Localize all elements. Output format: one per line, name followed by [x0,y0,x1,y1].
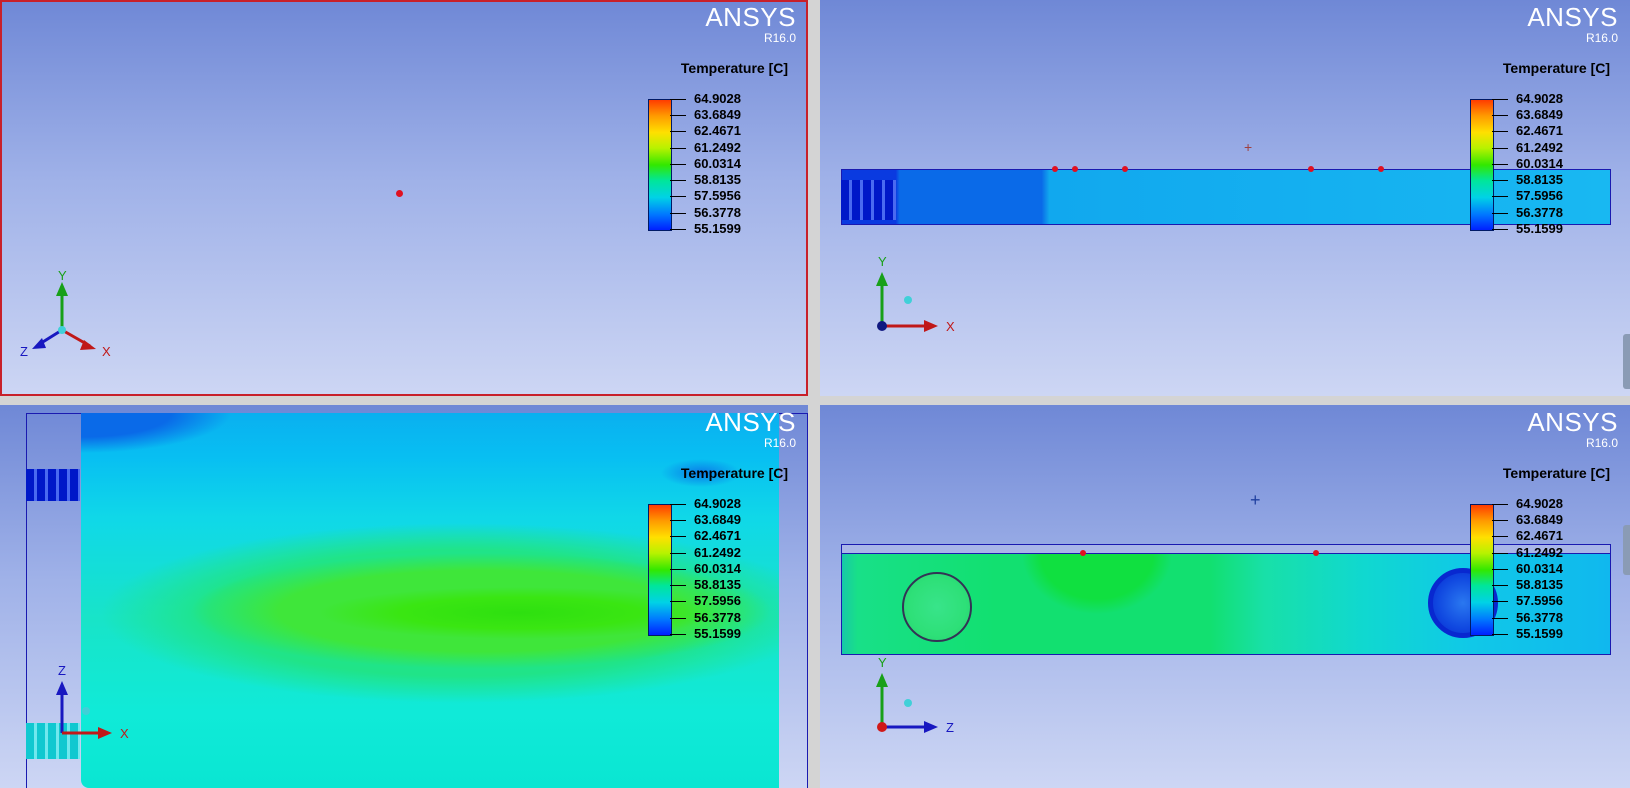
brand-version: R16.0 [1585,436,1618,450]
axis-label-x: X [102,344,111,359]
temperature-legend: Temperature [C] 64.9028 63.6849 62.4671 … [1450,465,1610,645]
brand-version: R16.0 [763,436,796,450]
legend-value: 60.0314 [694,156,741,171]
probe-point[interactable] [1122,166,1128,172]
legend-value: 61.2492 [694,140,741,155]
legend-value: 55.1599 [1516,221,1563,236]
probe-point[interactable] [1308,166,1314,172]
legend-value: 61.2492 [694,545,741,560]
legend-value: 64.9028 [694,91,741,106]
probe-point[interactable] [1072,166,1078,172]
viewport-scroll-handle[interactable] [1623,525,1630,575]
legend-value: 62.4671 [694,528,741,543]
axis-triad: Y Z [876,655,954,735]
axis-label-y: Y [878,655,887,670]
axis-label-x: X [946,319,955,334]
brand-name: ANSYS [1527,407,1618,437]
temperature-legend: Temperature [C] 64.9028 63.6849 62.4671 … [1450,60,1610,240]
probe-point[interactable] [396,190,403,197]
axis-label-z: Z [58,663,66,678]
viewport-front[interactable]: ANSYS R16.0 + Temperature [C] 64.9028 63… [820,0,1630,396]
viewport-side[interactable]: ANSYS R16.0 + Temperature [C] 64.9028 63… [820,405,1630,788]
viewport-scroll-handle[interactable] [1623,334,1630,389]
legend-value: 55.1599 [694,221,741,236]
axis-label-y: Y [58,268,67,283]
legend-value: 57.5956 [694,188,741,203]
inlet-ribs [26,469,80,501]
legend-value: 57.5956 [694,593,741,608]
legend-value: 55.1599 [1516,626,1563,641]
contour-corner [81,413,231,453]
legend-value: 63.6849 [694,107,741,122]
axis-triad: Y Z X [20,268,111,359]
axis-label-x: X [120,726,129,741]
legend-value: 64.9028 [1516,496,1563,511]
temperature-legend: Temperature [C] 64.9028 63.6849 62.4671 … [628,60,788,240]
legend-value: 64.9028 [694,496,741,511]
crosshair-icon: + [1250,490,1261,510]
legend-value: 64.9028 [1516,91,1563,106]
legend-value: 63.6849 [1516,512,1563,527]
legend-value: 60.0314 [1516,561,1563,576]
legend-value: 60.0314 [1516,156,1563,171]
legend-value: 56.3778 [1516,610,1563,625]
probe-point[interactable] [1080,550,1086,556]
temperature-legend: Temperature [C] 64.9028 63.6849 62.4671 … [628,465,788,645]
legend-colorbar [648,99,672,231]
legend-title: Temperature [C] [680,465,788,481]
ansys-logo: ANSYS R16.0 [705,409,796,449]
brand-name: ANSYS [1527,2,1618,32]
legend-value: 63.6849 [1516,107,1563,122]
hole-left [902,572,972,642]
inlet-ribs [841,180,896,220]
ansys-logo: ANSYS R16.0 [1527,409,1618,449]
probe-point[interactable] [1052,166,1058,172]
legend-value: 62.4671 [1516,123,1563,138]
ansys-logo: ANSYS R16.0 [1527,4,1618,44]
legend-value: 57.5956 [1516,593,1563,608]
ansys-logo: ANSYS R16.0 [705,4,796,44]
crosshair-icon: + [1244,139,1253,155]
viewport-isometric[interactable]: ANSYS R16.0 Temperature [C] 64.9028 63.6… [0,0,808,396]
legend-colorbar [1470,99,1494,231]
brand-name: ANSYS [705,2,796,32]
axis-triad: Y X [876,254,955,334]
legend-colorbar [648,504,672,636]
legend-value: 62.4671 [1516,528,1563,543]
legend-value: 61.2492 [1516,545,1563,560]
brand-name: ANSYS [705,407,796,437]
brand-version: R16.0 [1585,31,1618,45]
legend-value: 57.5956 [1516,188,1563,203]
legend-value: 58.8135 [1516,577,1563,592]
legend-value: 62.4671 [694,123,741,138]
legend-value: 58.8135 [694,172,741,187]
legend-title: Temperature [C] [1502,60,1610,76]
brand-version: R16.0 [763,31,796,45]
legend-value: 63.6849 [694,512,741,527]
axis-triad: Z X [56,663,129,741]
legend-value: 56.3778 [694,610,741,625]
axis-label-y: Y [878,254,887,269]
viewport-top[interactable]: ANSYS R16.0 Temperature [C] 64.9028 63.6… [0,405,808,788]
legend-value: 56.3778 [1516,205,1563,220]
legend-colorbar [1470,504,1494,636]
legend-value: 56.3778 [694,205,741,220]
legend-value: 60.0314 [694,561,741,576]
probe-point[interactable] [1313,550,1319,556]
legend-title: Temperature [C] [1502,465,1610,481]
axis-label-z: Z [946,720,954,735]
legend-value: 61.2492 [1516,140,1563,155]
legend-value: 58.8135 [1516,172,1563,187]
axis-label-z: Z [20,344,28,359]
legend-value: 55.1599 [694,626,741,641]
legend-title: Temperature [C] [680,60,788,76]
probe-point[interactable] [1378,166,1384,172]
legend-value: 58.8135 [694,577,741,592]
